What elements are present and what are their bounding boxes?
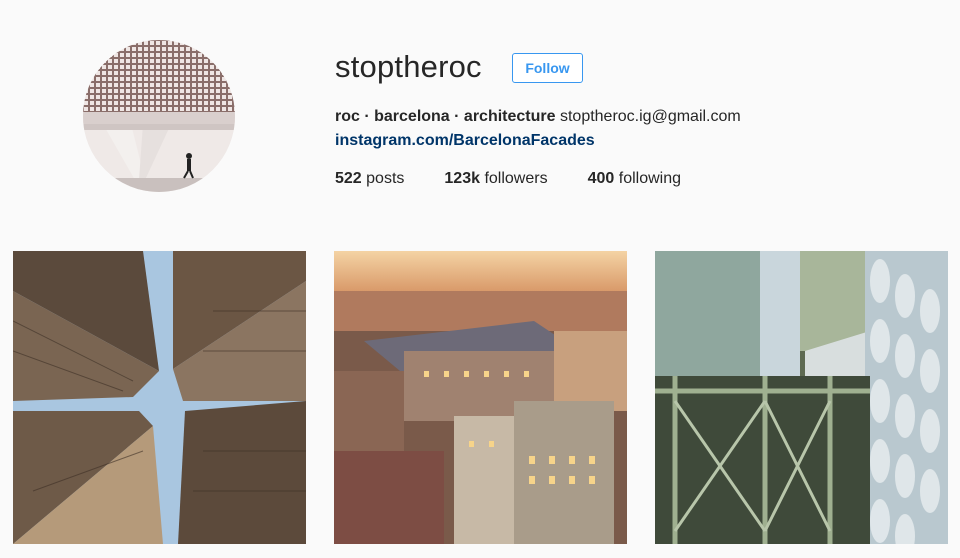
post-thumbnail[interactable] [334,251,627,544]
following-count: 400 [587,170,615,187]
profile-bio: roc · barcelona · architecture stopthero… [335,106,741,128]
avatar-image [83,40,235,192]
posts-stat: 522 posts [335,168,404,190]
following-stat[interactable]: 400 following [588,168,681,190]
followers-stat[interactable]: 123k followers [444,168,547,190]
profile-stats: 522 posts 123k followers 400 following [335,168,721,190]
post-thumbnail[interactable] [655,251,948,544]
follow-button[interactable]: Follow [512,53,583,83]
profile-username: stoptheroc [335,49,482,84]
followers-label: followers [484,170,548,187]
followers-count: 123k [444,170,480,187]
post-thumbnail[interactable] [13,251,306,544]
following-label: following [618,170,682,187]
post-image [13,251,306,544]
posts-count: 522 [335,170,362,187]
bio-email: stoptheroc.ig@gmail.com [559,108,741,125]
profile-avatar [83,40,235,192]
post-image [655,251,948,544]
profile-external-link[interactable]: instagram.com/BarcelonaFacades [335,130,595,152]
bio-name: roc · barcelona · architecture [335,108,556,125]
posts-label: posts [366,170,405,187]
post-image [334,251,627,544]
